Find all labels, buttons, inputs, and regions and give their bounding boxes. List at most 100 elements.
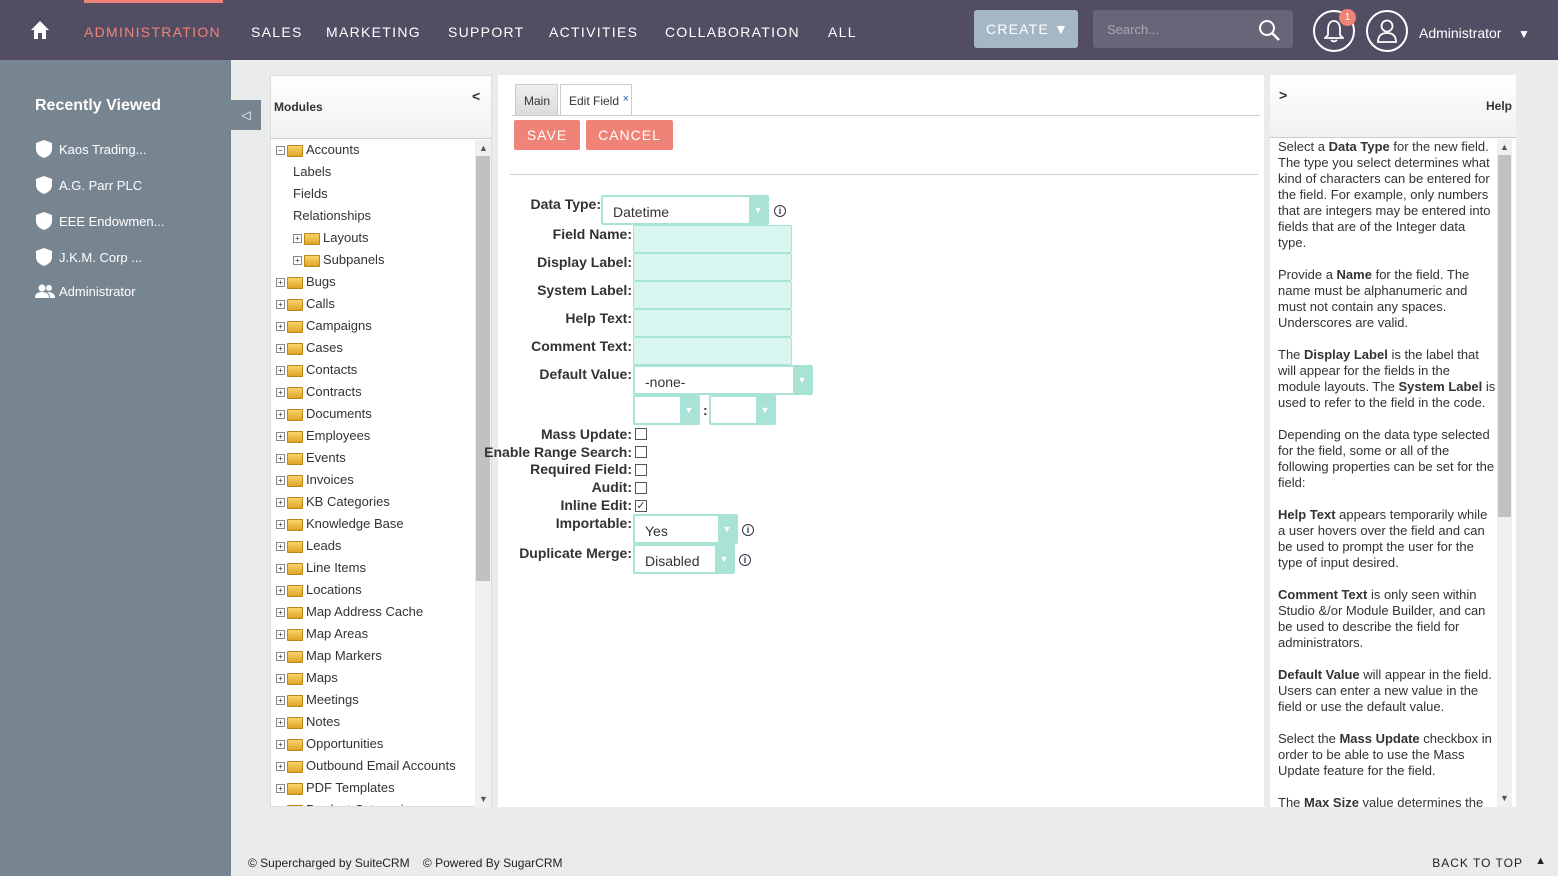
tree-item[interactable]: + Notes [276, 714, 340, 736]
tree-item[interactable]: + Contracts [276, 384, 362, 406]
expand-node-icon[interactable]: + [276, 542, 285, 552]
tree-item[interactable]: + Documents [276, 406, 372, 428]
expand-node-icon[interactable]: + [293, 256, 302, 266]
expand-node-icon[interactable]: + [276, 476, 285, 486]
tree-item[interactable]: Fields [293, 186, 328, 208]
expand-node-icon[interactable]: + [276, 564, 285, 574]
expand-node-icon[interactable]: + [276, 762, 285, 772]
tree-item[interactable]: + Meetings [276, 692, 359, 714]
expand-node-icon[interactable]: + [276, 586, 285, 596]
expand-node-icon[interactable]: + [293, 234, 302, 244]
arrow-up-icon[interactable]: ▲ [1535, 855, 1546, 867]
expand-node-icon[interactable]: + [276, 674, 285, 684]
comment-text-input[interactable] [633, 337, 792, 365]
expand-node-icon[interactable]: + [276, 784, 285, 794]
tree-item[interactable]: + Layouts [293, 230, 369, 252]
recent-item[interactable]: Kaos Trading... [35, 139, 146, 162]
collapse-node-icon[interactable]: − [276, 146, 285, 156]
required-field-checkbox[interactable] [635, 464, 647, 476]
tab-collaboration[interactable]: COLLABORATION [665, 24, 800, 40]
scroll-up-icon[interactable]: ▲ [1500, 142, 1509, 152]
tab-activities[interactable]: ACTIVITIES [549, 24, 638, 40]
tab-edit-field[interactable]: Edit Field × [560, 84, 632, 115]
expand-node-icon[interactable]: + [276, 718, 285, 728]
scroll-down-icon[interactable]: ▼ [1500, 793, 1509, 803]
default-value-select[interactable]: -none- ▼ [633, 365, 813, 395]
tree-item[interactable]: + Employees [276, 428, 370, 450]
range-search-checkbox[interactable] [635, 446, 647, 458]
duplicate-merge-select[interactable]: Disabled ▼ [633, 544, 735, 574]
expand-node-icon[interactable]: + [276, 278, 285, 288]
tree-item[interactable]: + Knowledge Base [276, 516, 404, 538]
home-icon[interactable] [30, 20, 50, 45]
tree-item[interactable]: + Opportunities [276, 736, 383, 758]
tree-item[interactable]: + Events [276, 450, 346, 472]
tree-scroll-thumb[interactable] [476, 156, 490, 581]
audit-checkbox[interactable] [635, 482, 647, 494]
scroll-down-icon[interactable]: ▼ [479, 794, 488, 804]
expand-node-icon[interactable]: + [276, 454, 285, 464]
importable-select[interactable]: Yes ▼ [633, 514, 738, 544]
tree-item[interactable]: Relationships [293, 208, 371, 230]
tree-item[interactable]: + Contacts [276, 362, 357, 384]
field-name-input[interactable] [633, 225, 792, 253]
tab-marketing[interactable]: MARKETING [326, 24, 421, 40]
expand-node-icon[interactable]: + [276, 432, 285, 442]
tree-item[interactable]: + Subpanels [293, 252, 384, 274]
tree-item[interactable]: + Bugs [276, 274, 336, 296]
tree-item[interactable]: + Invoices [276, 472, 354, 494]
default-hour-select[interactable]: ▼ [633, 395, 700, 425]
tree-item[interactable]: + Outbound Email Accounts [276, 758, 456, 780]
recent-item[interactable]: EEE Endowmen... [35, 211, 165, 234]
tree-scrollbar[interactable]: ▲ ▼ [475, 140, 491, 808]
recent-item[interactable]: Administrator [35, 283, 136, 302]
help-scrollbar[interactable]: ▲ ▼ [1497, 139, 1512, 807]
expand-node-icon[interactable]: + [276, 696, 285, 706]
tree-item[interactable]: + Cases [276, 340, 343, 362]
tree-item[interactable]: Labels [293, 164, 331, 186]
sidebar-collapse-button[interactable]: ◁ [231, 100, 261, 130]
expand-node-icon[interactable]: + [276, 344, 285, 354]
info-icon[interactable]: i [774, 205, 786, 217]
tree-item[interactable]: + Map Address Cache [276, 604, 423, 626]
display-label-input[interactable] [633, 253, 792, 281]
tree-item[interactable]: + Leads [276, 538, 341, 560]
data-type-select[interactable]: Datetime ▼ [601, 195, 769, 225]
expand-node-icon[interactable]: + [276, 366, 285, 376]
expand-node-icon[interactable]: + [276, 498, 285, 508]
cancel-button[interactable]: CANCEL [586, 120, 673, 150]
default-minute-select[interactable]: ▼ [709, 395, 776, 425]
search-input[interactable]: Search... [1093, 10, 1293, 48]
mass-update-checkbox[interactable] [635, 428, 647, 440]
info-icon[interactable]: i [739, 554, 751, 566]
expand-node-icon[interactable]: + [276, 300, 285, 310]
expand-help-button[interactable]: > [1279, 87, 1287, 103]
tree-item[interactable]: + Campaigns [276, 318, 372, 340]
info-icon[interactable]: i [742, 524, 754, 536]
tree-item[interactable]: + Map Markers [276, 648, 382, 670]
collapse-modules-button[interactable]: < [472, 88, 480, 104]
tab-support[interactable]: SUPPORT [448, 24, 525, 40]
tab-all[interactable]: ALL [828, 24, 857, 40]
tree-item[interactable]: + Map Areas [276, 626, 368, 648]
save-button[interactable]: SAVE [514, 120, 580, 150]
tree-item[interactable]: +Product Categories [276, 802, 417, 806]
tree-item[interactable]: + Calls [276, 296, 335, 318]
expand-node-icon[interactable]: + [276, 410, 285, 420]
tab-administration[interactable]: ADMINISTRATION [84, 24, 221, 40]
expand-node-icon[interactable]: + [276, 388, 285, 398]
tree-item[interactable]: + KB Categories [276, 494, 390, 516]
tree-item[interactable]: + Maps [276, 670, 338, 692]
user-menu-caret-icon[interactable]: ▼ [1518, 27, 1530, 41]
user-menu-name[interactable]: Administrator [1419, 25, 1501, 41]
tree-item[interactable]: + Line Items [276, 560, 366, 582]
expand-node-icon[interactable]: + [276, 630, 285, 640]
expand-node-icon[interactable]: + [276, 740, 285, 750]
inline-edit-checkbox[interactable]: ✓ [635, 500, 647, 512]
close-tab-icon[interactable]: × [623, 93, 629, 105]
search-icon[interactable] [1257, 18, 1281, 42]
create-button[interactable]: CREATE ▼ [974, 10, 1078, 48]
tab-main[interactable]: Main [515, 84, 558, 115]
system-label-input[interactable] [633, 281, 792, 309]
expand-node-icon[interactable]: + [276, 322, 285, 332]
